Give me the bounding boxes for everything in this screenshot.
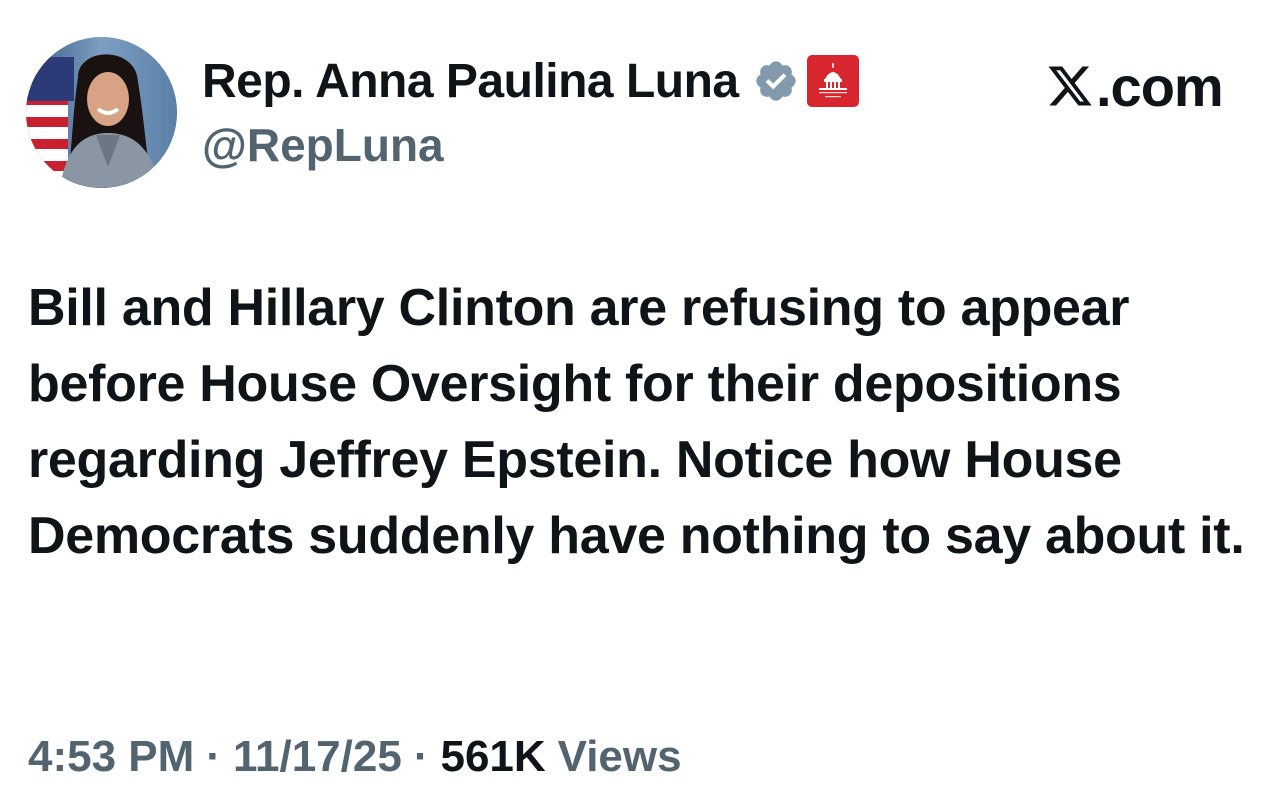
- tweet-meta: 4:53 PM · 11/17/25 · 561K Views: [28, 727, 682, 787]
- x-logo-icon: [1048, 66, 1092, 106]
- avatar-photo: [26, 37, 177, 188]
- author-row: Rep. Anna Paulina Luna: [202, 50, 859, 112]
- tweet-date[interactable]: 11/17/25: [233, 732, 402, 782]
- meta-separator: ·: [413, 732, 429, 781]
- tweet-text: Bill and Hillary Clinton are refusing to…: [28, 279, 1245, 565]
- house-gop-capitol-icon: [818, 63, 847, 98]
- views-label: Views: [557, 732, 682, 781]
- brand-domain: .com: [1096, 54, 1224, 118]
- tweet-time[interactable]: 4:53 PM: [28, 732, 194, 782]
- handle[interactable]: @RepLuna: [202, 118, 444, 172]
- avatar[interactable]: [26, 37, 177, 188]
- display-name[interactable]: Rep. Anna Paulina Luna: [202, 54, 739, 109]
- meta-separator: ·: [206, 732, 221, 781]
- verified-badge-icon[interactable]: [753, 58, 799, 104]
- brand-logo: .com: [1046, 54, 1224, 118]
- views-count: 561K: [440, 732, 546, 781]
- flag-shape: [26, 57, 74, 177]
- affiliate-badge[interactable]: [806, 55, 859, 107]
